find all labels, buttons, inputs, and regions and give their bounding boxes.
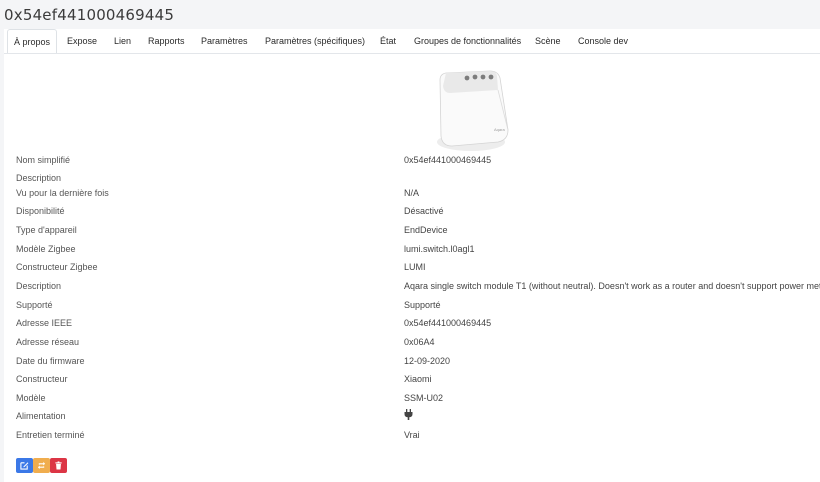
tab-console-dev[interactable]: Console dev	[578, 29, 628, 54]
row-label: Nom simplifié	[16, 155, 71, 165]
device-image: Aqara	[437, 70, 509, 151]
tab-divider	[4, 53, 820, 54]
row-modele-zigbee: Modèle Zigbee lumi.switch.l0agl1	[16, 244, 816, 262]
row-derniere-fois: Vu pour la dernière fois N/A	[16, 188, 816, 206]
row-alimentation: Alimentation	[16, 409, 816, 429]
refresh-icon	[37, 461, 46, 470]
row-value: 0x54ef441000469445	[404, 318, 492, 328]
row-label: Modèle	[16, 393, 46, 403]
tab-lien[interactable]: Lien	[114, 29, 131, 54]
row-value: lumi.switch.l0agl1	[404, 244, 475, 254]
row-label: Constructeur Zigbee	[16, 262, 98, 272]
row-label: Description	[16, 173, 62, 183]
delete-button[interactable]	[50, 458, 67, 473]
row-label: Constructeur	[16, 374, 68, 384]
tab-parametres-specifiques[interactable]: Paramètres (spécifiques)	[265, 29, 365, 54]
plug-icon	[404, 409, 413, 422]
tab-scene[interactable]: Scène	[535, 29, 561, 54]
row-value: Aqara single switch module T1 (without n…	[404, 281, 820, 291]
row-disponibilite: Disponibilité Désactivé	[16, 206, 816, 224]
tab-bar: À propos Expose Lien Rapports Paramètres…	[4, 29, 820, 54]
tab-expose[interactable]: Expose	[67, 29, 97, 54]
row-label: Adresse réseau	[16, 337, 80, 347]
reconfigure-button[interactable]	[33, 458, 50, 473]
tab-etat[interactable]: État	[380, 29, 396, 54]
tab-a-propos[interactable]: À propos	[7, 29, 58, 54]
row-modele: Modèle SSM-U02	[16, 393, 816, 411]
supported-status: Supporté	[404, 300, 441, 310]
row-value: Vrai	[404, 430, 420, 440]
row-label: Vu pour la dernière fois	[16, 188, 109, 198]
row-value: 12-09-2020	[404, 356, 451, 366]
brand-logo-text: Aqara	[494, 127, 505, 132]
trash-icon	[55, 461, 62, 470]
row-description-long: Description Aqara single switch module T…	[16, 281, 820, 299]
page-title: 0x54ef441000469445	[4, 6, 175, 24]
row-label: Disponibilité	[16, 206, 65, 216]
edit-icon	[20, 462, 29, 470]
tab-rapports[interactable]: Rapports	[148, 29, 185, 54]
row-constructeur-zigbee: Constructeur Zigbee LUMI	[16, 262, 816, 280]
row-value: EndDevice	[404, 225, 448, 235]
device-card: À propos Expose Lien Rapports Paramètres…	[4, 29, 820, 482]
row-label: Description	[16, 281, 62, 291]
row-supporte: Supporté Supporté	[16, 300, 816, 318]
row-label: Entretien terminé	[16, 430, 85, 440]
row-adresse-ieee: Adresse IEEE 0x54ef441000469445	[16, 318, 816, 336]
model-link[interactable]: SSM-U02	[404, 393, 443, 403]
row-entretien: Entretien terminé Vrai	[16, 430, 816, 448]
row-label: Modèle Zigbee	[16, 244, 76, 254]
row-value: N/A	[404, 188, 420, 198]
edit-button[interactable]	[16, 458, 33, 473]
tab-groupes-fonctionnalites[interactable]: Groupes de fonctionnalités	[414, 29, 521, 54]
row-nom-simplifie: Nom simplifié 0x54ef441000469445	[16, 155, 816, 173]
row-label: Alimentation	[16, 411, 66, 421]
row-value: 0x06A4	[404, 337, 435, 347]
vendor-link[interactable]: Xiaomi	[404, 374, 432, 384]
row-adresse-reseau: Adresse réseau 0x06A4	[16, 337, 816, 355]
row-label: Type d'appareil	[16, 225, 77, 235]
row-constructeur: Constructeur Xiaomi	[16, 374, 816, 392]
row-label: Adresse IEEE	[16, 318, 73, 328]
row-date-firmware: Date du firmware 12-09-2020	[16, 356, 816, 374]
tab-parametres[interactable]: Paramètres	[201, 29, 248, 54]
row-type-appareil: Type d'appareil EndDevice	[16, 225, 816, 243]
row-value: LUMI	[404, 262, 426, 272]
row-label: Supporté	[16, 300, 53, 310]
availability-link[interactable]: Désactivé	[404, 206, 444, 216]
row-value: 0x54ef441000469445	[404, 155, 492, 165]
row-label: Date du firmware	[16, 356, 85, 366]
